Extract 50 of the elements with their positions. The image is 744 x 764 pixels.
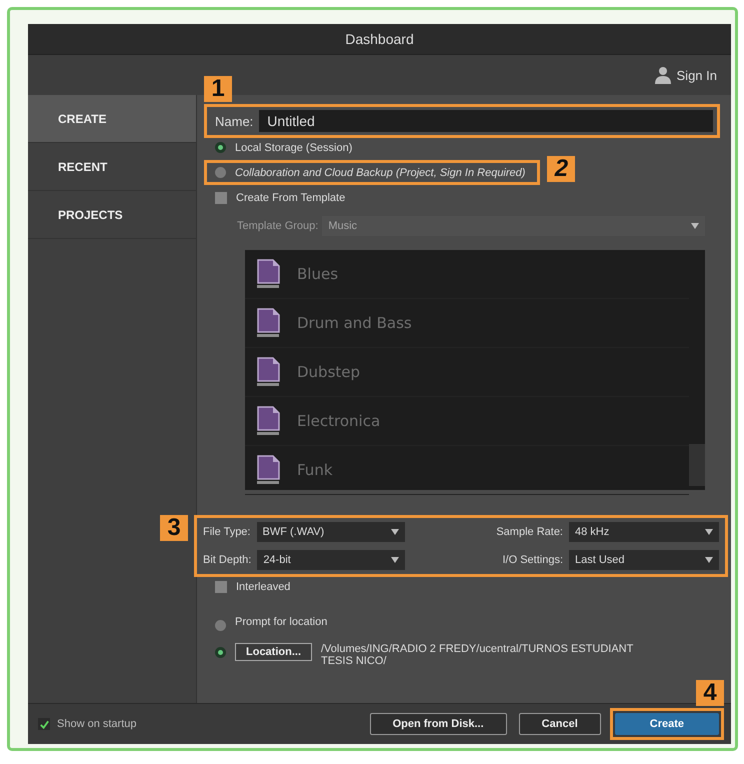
caret-icon — [391, 557, 400, 563]
caret-icon — [390, 529, 398, 535]
create-button[interactable]: Create — [614, 713, 719, 735]
dialog-button[interactable]: Open from Disk... — [370, 713, 507, 735]
option-label: Prompt for location — [235, 616, 328, 628]
option-label: Local Storage (Session) — [235, 142, 352, 154]
field-label: Bit Depth: — [203, 554, 252, 566]
document-icon — [255, 308, 281, 338]
caret-icon — [691, 223, 699, 229]
document-icon — [255, 259, 281, 289]
location-button[interactable]: Location... — [235, 643, 312, 661]
person-icon — [654, 66, 671, 84]
sign-in-label[interactable]: Sign In — [676, 68, 717, 82]
dropdown[interactable]: BWF (.WAV) — [256, 522, 404, 542]
sidebar-item[interactable]: PROJECTS — [28, 191, 196, 239]
option-label: Interleaved — [236, 580, 290, 592]
callout-number: 1 — [204, 76, 232, 102]
window-title: Dashboard — [28, 24, 731, 55]
field-label: Template Group: — [237, 220, 318, 232]
document-icon — [255, 406, 281, 436]
document-icon — [255, 455, 281, 485]
field-label: Sample Rate: — [496, 526, 563, 538]
caret-icon — [705, 529, 713, 535]
radio-button[interactable] — [215, 142, 226, 153]
checkbox[interactable] — [215, 192, 227, 204]
dropdown[interactable]: 48 kHz — [569, 522, 719, 542]
option-label: Create From Template — [236, 192, 346, 204]
option-label: Show on startup — [57, 718, 136, 730]
sidebar-item[interactable]: RECENT — [28, 143, 196, 191]
scrollbar-thumb[interactable] — [689, 444, 705, 486]
field-label: File Type: — [203, 526, 250, 538]
dialog-button[interactable]: Cancel — [518, 713, 601, 735]
radio-button[interactable] — [215, 167, 226, 178]
callout-number: 3 — [160, 515, 188, 541]
field-label: I/O Settings: — [502, 554, 563, 566]
checkbox[interactable] — [215, 580, 227, 592]
sidebar-item[interactable]: CREATE — [28, 95, 196, 143]
callout-number: 2 — [547, 156, 576, 182]
dropdown[interactable]: Last Used — [569, 550, 719, 570]
radio-button[interactable] — [215, 620, 226, 631]
callout-number: 4 — [696, 680, 724, 706]
document-icon — [255, 357, 281, 387]
sign-in-link[interactable]: Sign In — [654, 66, 717, 84]
radio-button[interactable] — [215, 647, 226, 658]
field-label: Name: — [214, 114, 254, 128]
option-label: Collaboration and Cloud Backup (Project, Sign In Required) — [235, 166, 526, 178]
checkbox[interactable] — [38, 718, 50, 730]
caret-icon — [705, 557, 713, 563]
dropdown[interactable]: 24-bit — [257, 550, 406, 570]
location-path: /Volumes/ING/RADIO 2 FREDY/ucentral/TURNOS ESTUDIANT TESIS NICO/ — [321, 643, 634, 667]
